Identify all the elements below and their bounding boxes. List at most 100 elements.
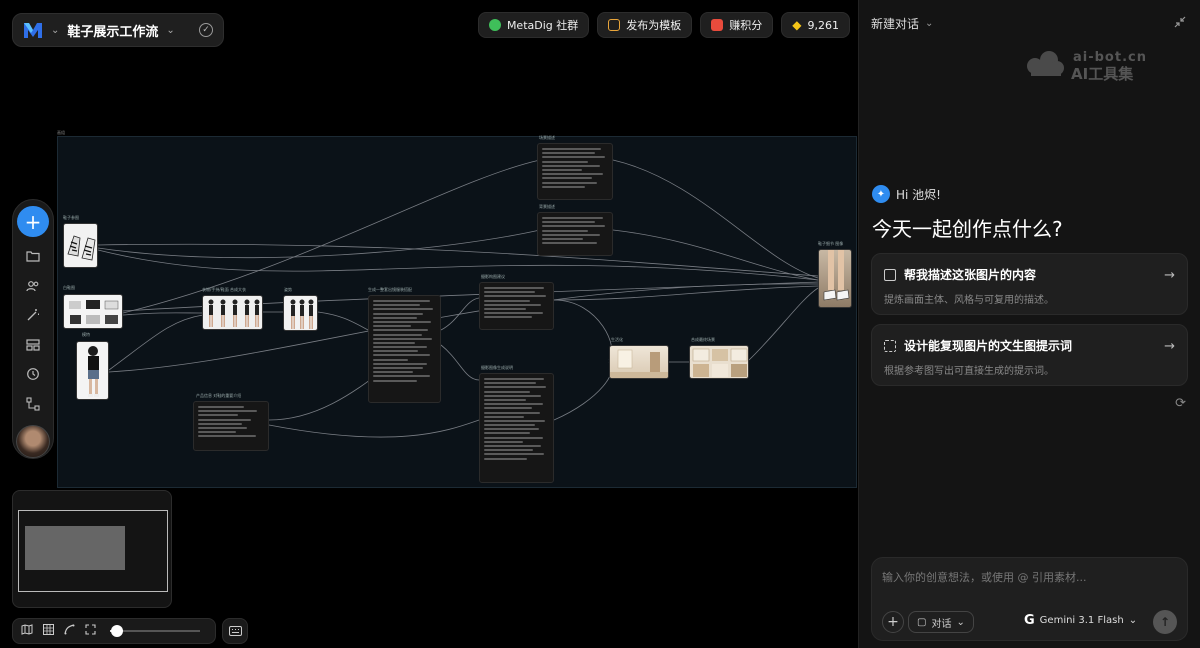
chat-panel: 新建对话 ⌄ ai-bot.cn AI工具集 ✦ Hi 池烬! 今天一起创作点什… xyxy=(858,0,1200,648)
text-node-shot-desc[interactable] xyxy=(479,373,554,483)
earn-label: 赚积分 xyxy=(729,19,763,32)
suggestion-title: 帮我描述这张图片的内容 xyxy=(904,268,1037,282)
chevron-down-icon: ⌄ xyxy=(956,616,965,628)
new-chat-menu[interactable]: 新建对话 ⌄ xyxy=(871,15,933,32)
watermark: ai-bot.cn AI工具集 xyxy=(1023,50,1147,84)
project-title[interactable]: 鞋子展示工作流 xyxy=(67,21,158,40)
sparkle-icon: ✦ xyxy=(872,185,890,203)
chat-input[interactable] xyxy=(882,566,1172,588)
node-label-pose: 姿势 xyxy=(284,287,292,292)
text-node-prompt-main[interactable] xyxy=(368,295,441,403)
layout-icon[interactable] xyxy=(22,334,44,356)
suggestion-desc: 提炼画面主体、风格与可复用的描述。 xyxy=(884,295,1054,306)
keyboard-icon xyxy=(228,626,242,636)
image-node-final-scene[interactable] xyxy=(689,345,749,379)
community-label: MetaDig 社群 xyxy=(506,19,579,32)
metadig-logo-icon xyxy=(24,23,42,38)
user-avatar[interactable] xyxy=(16,424,50,458)
node-label-product-info: 产品信息 对鞋的重要介绍 xyxy=(196,393,242,398)
node-label-bg-desc: 背景描述 xyxy=(539,204,555,209)
suggestion-title: 设计能复现图片的文生图提示词 xyxy=(904,339,1073,353)
history-icon[interactable] xyxy=(22,364,44,386)
points-balance[interactable]: ◆ 9,261 xyxy=(781,12,850,38)
workflow-icon[interactable] xyxy=(22,393,44,415)
image-node-outfit-set[interactable] xyxy=(202,295,263,330)
model-selector[interactable]: G Gemini 3.1 Flash ⌄ xyxy=(1024,613,1137,628)
chat-bubble-icon: ▢ xyxy=(917,616,927,628)
greeting: ✦ Hi 池烬! xyxy=(872,185,941,203)
node-label-scene-desc: 场景描述 xyxy=(539,135,555,140)
image-node-shoe-ref[interactable] xyxy=(63,223,98,268)
diamond-icon: ◆ xyxy=(792,18,802,32)
image-node-outfit[interactable] xyxy=(63,294,123,329)
zoom-slider-knob[interactable] xyxy=(111,625,124,637)
points-value: 9,261 xyxy=(807,18,840,32)
canvas-minimap[interactable] xyxy=(12,490,172,608)
watermark-brand: AI工具集 xyxy=(1071,65,1134,83)
node-label-shoe-ref: 鞋子参图 xyxy=(63,215,79,220)
chat-input-box: + ▢ 对话 ⌄ G Gemini 3.1 Flash ⌄ ↑ xyxy=(871,557,1188,641)
suggestion-card-prompt[interactable]: 设计能复现图片的文生图提示词 根据参考图写出可直接生成的提示词。 → xyxy=(871,324,1188,386)
workflow-canvas[interactable] xyxy=(57,136,857,488)
google-icon: G xyxy=(1024,613,1035,628)
connector-curve-icon[interactable] xyxy=(64,624,75,638)
text-node-shot-advice[interactable] xyxy=(479,282,554,330)
grid-icon[interactable] xyxy=(43,624,54,638)
text-node-product-info[interactable] xyxy=(193,401,269,451)
keyboard-shortcuts-button[interactable] xyxy=(222,618,248,644)
arrow-right-icon: → xyxy=(1164,339,1175,354)
mode-label: 对话 xyxy=(931,618,952,630)
node-label-shot-desc: 摄影图像生成说明 xyxy=(481,365,513,370)
node-label-model: 模特 xyxy=(82,332,90,337)
new-chat-label: 新建对话 xyxy=(871,17,920,31)
map-icon[interactable] xyxy=(21,624,33,638)
top-toolbar: MetaDig 社群 发布为模板 赚积分 ◆ 9,261 xyxy=(477,12,850,38)
refresh-icon[interactable]: ⟳ xyxy=(1175,396,1186,411)
community-button[interactable]: MetaDig 社群 xyxy=(477,12,590,38)
saved-check-icon[interactable]: ✓ xyxy=(199,23,213,37)
node-label-shot-advice: 摄影构图建议 xyxy=(481,274,505,279)
node-label-final-scene: 合成最终场景 xyxy=(691,337,715,342)
greeting-text: Hi 池烬! xyxy=(896,187,941,202)
image-node-lifestyle[interactable] xyxy=(609,345,669,379)
image-node-final-out[interactable] xyxy=(818,249,852,308)
publish-template-button[interactable]: 发布为模板 xyxy=(597,12,693,38)
wechat-icon xyxy=(488,19,501,31)
earn-points-button[interactable]: 赚积分 xyxy=(700,12,774,38)
users-icon[interactable] xyxy=(22,275,44,297)
image-node-pose[interactable] xyxy=(283,295,318,331)
chevron-down-icon: ⌄ xyxy=(925,18,934,29)
node-label-outfit-set: 衣物/手持/鞋面 合成大衣 xyxy=(202,287,246,292)
text-node-bg-desc[interactable] xyxy=(537,212,613,256)
headline: 今天一起创作点什么? xyxy=(872,217,1063,241)
suggestion-desc: 根据参考图写出可直接生成的提示词。 xyxy=(884,366,1054,377)
suggestion-card-describe-image[interactable]: 帮我描述这张图片的内容 提炼画面主体、风格与可复用的描述。 → xyxy=(871,253,1188,315)
title-chevron-icon[interactable]: ⌄ xyxy=(166,25,174,36)
tool-rail: + xyxy=(12,199,54,459)
node-label-final-out: 鞋子细节 图像 xyxy=(818,241,844,246)
image-icon xyxy=(884,268,896,281)
gift-icon xyxy=(711,19,724,31)
template-icon xyxy=(608,19,621,31)
fit-screen-icon[interactable] xyxy=(85,624,96,638)
publish-label: 发布为模板 xyxy=(626,19,682,32)
image-node-model[interactable] xyxy=(76,341,109,400)
add-node-button[interactable]: + xyxy=(17,206,49,238)
project-switcher[interactable]: ⌄ 鞋子展示工作流 ⌄ ✓ xyxy=(12,13,224,47)
node-label-lifestyle: 生活化 xyxy=(611,337,623,342)
collapse-panel-icon[interactable] xyxy=(1174,16,1186,31)
send-button[interactable]: ↑ xyxy=(1153,610,1177,634)
minimap-content-block xyxy=(25,526,125,570)
chevron-down-icon: ⌄ xyxy=(1128,615,1138,626)
node-label-prompt-main: 生成一整套出镜服装搭配 xyxy=(368,287,412,292)
zoom-slider[interactable] xyxy=(110,625,200,637)
chevron-down-icon[interactable]: ⌄ xyxy=(51,25,59,36)
node-label-outfit: 白鞋图 xyxy=(63,285,75,290)
folder-icon[interactable] xyxy=(22,245,44,267)
magic-wand-icon[interactable] xyxy=(22,304,44,326)
text-node-scene-desc[interactable] xyxy=(537,143,613,200)
watermark-logo-icon xyxy=(1027,51,1064,76)
attach-button[interactable]: + xyxy=(882,611,904,633)
model-label: Gemini 3.1 Flash xyxy=(1039,615,1124,626)
mode-selector[interactable]: ▢ 对话 ⌄ xyxy=(908,611,974,633)
